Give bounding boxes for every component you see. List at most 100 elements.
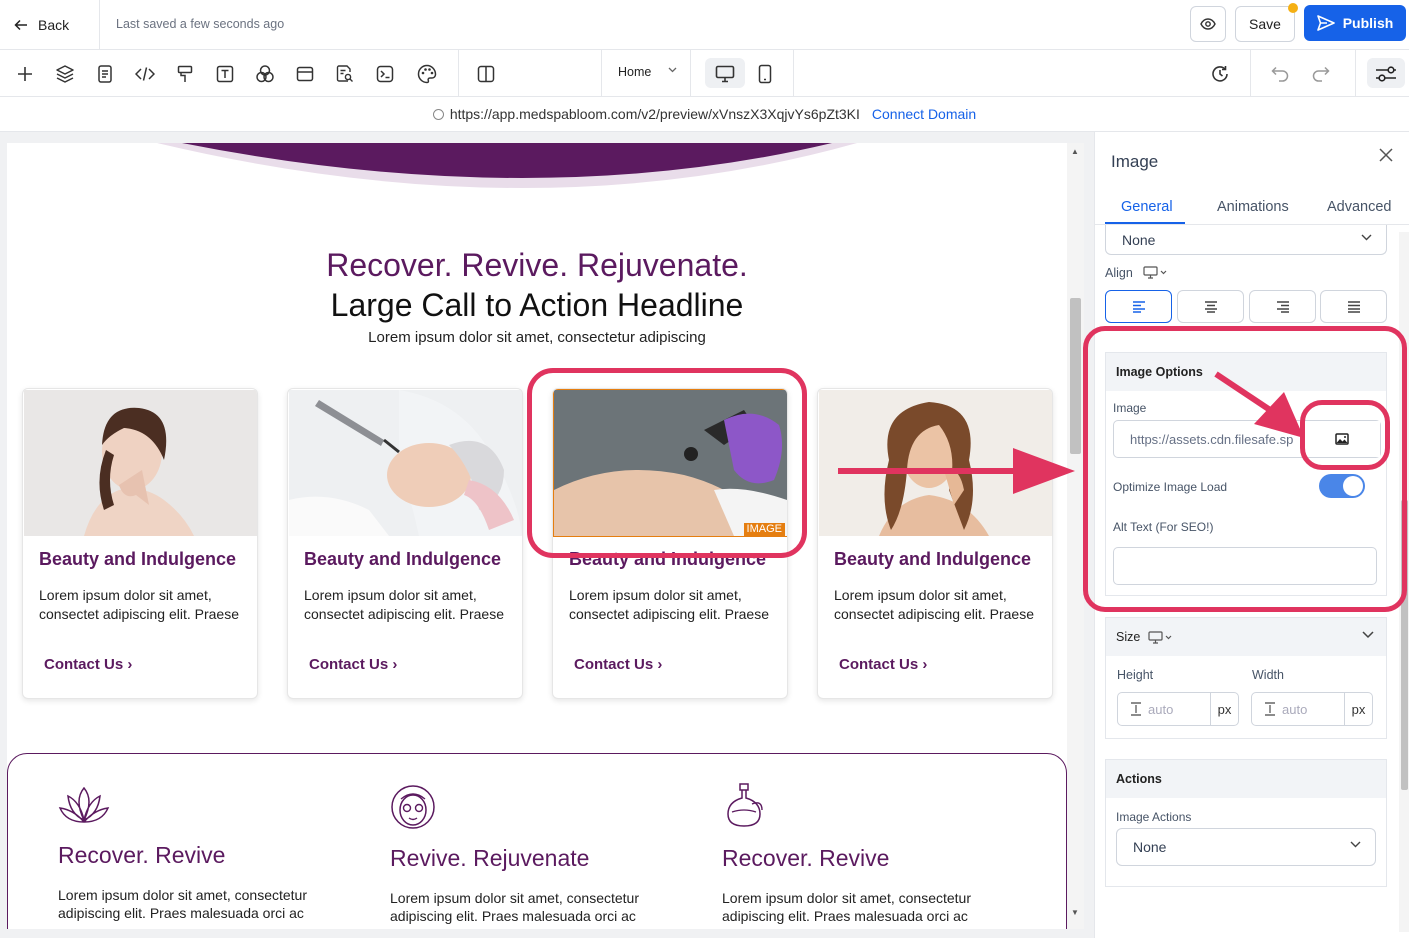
panel-title: Image xyxy=(1111,152,1159,171)
palette-icon[interactable] xyxy=(415,62,439,86)
cta-headline: Large Call to Action Headline xyxy=(330,287,744,323)
card-title: Beauty and Indulgence xyxy=(39,549,237,569)
globe-icon xyxy=(432,108,444,120)
width-input[interactable]: auto px xyxy=(1251,692,1373,726)
canvas-scrollbar[interactable] xyxy=(1067,143,1084,929)
display-select[interactable]: None xyxy=(1105,225,1387,255)
alt-text-input[interactable] xyxy=(1113,547,1377,585)
optimize-image-toggle[interactable] xyxy=(1319,474,1365,498)
chevron-right-icon: › xyxy=(922,656,928,673)
card-title: Beauty and Indulgence xyxy=(304,549,502,569)
feature-title: Revive. Rejuvenate xyxy=(390,845,590,871)
width-placeholder: auto xyxy=(1282,701,1308,717)
selected-card-image[interactable]: IMAGE xyxy=(553,389,787,537)
add-element-icon[interactable] xyxy=(13,62,37,86)
text-icon[interactable] xyxy=(213,62,237,86)
save-button[interactable]: Save xyxy=(1235,6,1295,42)
service-card[interactable]: Beauty and Indulgence Lorem ipsum dolor … xyxy=(287,388,523,699)
section-icon[interactable] xyxy=(293,62,317,86)
card-body: Lorem ipsum dolor sit amet, consectet ad… xyxy=(39,587,239,622)
canvas-scroll-thumb[interactable] xyxy=(1070,298,1081,454)
layers-icon[interactable] xyxy=(53,62,77,86)
link-label: Contact Us xyxy=(839,656,919,673)
paint-roller-icon[interactable] xyxy=(173,62,197,86)
size-heading[interactable]: Size xyxy=(1106,618,1386,656)
preview-button[interactable] xyxy=(1190,6,1226,42)
redo-icon[interactable] xyxy=(1309,62,1333,86)
actions-heading: Actions xyxy=(1106,760,1386,798)
image-picker-button[interactable] xyxy=(1303,421,1380,457)
service-card[interactable]: Beauty and Indulgence Lorem ipsum dolor … xyxy=(817,388,1053,699)
back-label: Back xyxy=(38,17,70,33)
link-label: Contact Us xyxy=(574,656,654,673)
panel-scroll-thumb[interactable] xyxy=(1401,500,1408,790)
align-right-button[interactable] xyxy=(1249,290,1316,323)
contact-us-link[interactable]: Contact Us › xyxy=(574,656,662,673)
feature-body: Lorem ipsum dolor sit amet, consectetur … xyxy=(58,887,307,921)
service-card[interactable]: Beauty and Indulgence Lorem ipsum dolor … xyxy=(22,388,258,699)
close-icon[interactable] xyxy=(1379,148,1393,162)
service-card[interactable]: IMAGE Beauty and Indulgence Lorem ipsum … xyxy=(552,388,788,699)
height-unit[interactable]: px xyxy=(1210,693,1238,725)
align-center-button[interactable] xyxy=(1177,290,1244,323)
sliders-icon[interactable] xyxy=(1374,62,1398,86)
alt-text-label: Alt Text (For SEO!) xyxy=(1113,520,1214,534)
card-title: Beauty and Indulgence xyxy=(569,549,767,569)
contact-us-link[interactable]: Contact Us › xyxy=(839,656,927,673)
image-label: Image xyxy=(1113,401,1147,415)
desktop-icon[interactable] xyxy=(1143,266,1169,279)
image-actions-value: None xyxy=(1133,839,1167,855)
chevron-right-icon: › xyxy=(392,656,398,673)
feature-body: Lorem ipsum dolor sit amet, consectetur … xyxy=(722,890,971,924)
mobile-icon[interactable] xyxy=(753,62,777,86)
split-view-icon[interactable] xyxy=(474,62,498,86)
desktop-icon[interactable] xyxy=(713,62,737,86)
chevron-right-icon: › xyxy=(657,656,663,673)
chevron-down-icon xyxy=(1361,234,1372,241)
width-icon xyxy=(1264,702,1276,716)
preview-url[interactable]: https://app.medspabloom.com/v2/preview/x… xyxy=(450,106,860,122)
card-image[interactable] xyxy=(24,390,257,536)
hero-headline: Recover. Revive. Rejuvenate. xyxy=(326,247,748,283)
height-input[interactable]: auto px xyxy=(1117,692,1239,726)
arrow-diagonal-annotation-icon xyxy=(1212,370,1312,450)
link-label: Contact Us xyxy=(44,656,124,673)
page-canvas: Recover. Revive. Rejuvenate. Large Call … xyxy=(7,143,1067,929)
scroll-up-arrow-icon[interactable]: ▲ xyxy=(1071,147,1079,156)
properties-panel: Image General Animations Advanced None A… xyxy=(1094,132,1409,938)
height-label: Height xyxy=(1117,668,1154,682)
arrow-right-annotation-icon xyxy=(838,440,1078,500)
tab-general[interactable]: General xyxy=(1121,199,1173,215)
features-section: Recover. Revive Lorem ipsum dolor sit am… xyxy=(7,753,1067,929)
chevron-right-icon: › xyxy=(127,656,133,673)
tab-animations[interactable]: Animations xyxy=(1217,199,1289,215)
align-left-button[interactable] xyxy=(1105,290,1172,323)
undo-icon[interactable] xyxy=(1268,62,1292,86)
width-label: Width xyxy=(1252,668,1284,682)
terminal-icon[interactable] xyxy=(373,62,397,86)
hero-decoration xyxy=(7,143,1067,203)
card-image[interactable] xyxy=(289,390,522,536)
tab-advanced[interactable]: Advanced xyxy=(1327,199,1392,215)
page-select[interactable]: Home xyxy=(618,65,651,79)
unsaved-indicator-dot xyxy=(1288,3,1298,13)
image-actions-select[interactable]: None xyxy=(1116,828,1376,866)
pages-icon[interactable] xyxy=(93,62,117,86)
back-button[interactable]: Back xyxy=(0,0,100,50)
width-unit[interactable]: px xyxy=(1344,693,1372,725)
contact-us-link[interactable]: Contact Us › xyxy=(44,656,132,673)
optimize-image-label: Optimize Image Load xyxy=(1113,480,1228,494)
send-icon xyxy=(1316,15,1335,31)
connect-domain-link[interactable]: Connect Domain xyxy=(872,106,976,122)
code-icon[interactable] xyxy=(133,62,157,86)
toolbar-divider xyxy=(1355,50,1356,97)
image-actions-label: Image Actions xyxy=(1116,810,1192,824)
components-icon[interactable] xyxy=(253,62,277,86)
seo-search-icon[interactable] xyxy=(333,62,357,86)
image-icon xyxy=(1335,433,1349,445)
scroll-down-arrow-icon[interactable]: ▼ xyxy=(1071,908,1079,917)
publish-button[interactable]: Publish xyxy=(1304,5,1406,41)
contact-us-link[interactable]: Contact Us › xyxy=(309,656,397,673)
align-justify-button[interactable] xyxy=(1320,290,1387,323)
history-icon[interactable] xyxy=(1208,62,1232,86)
